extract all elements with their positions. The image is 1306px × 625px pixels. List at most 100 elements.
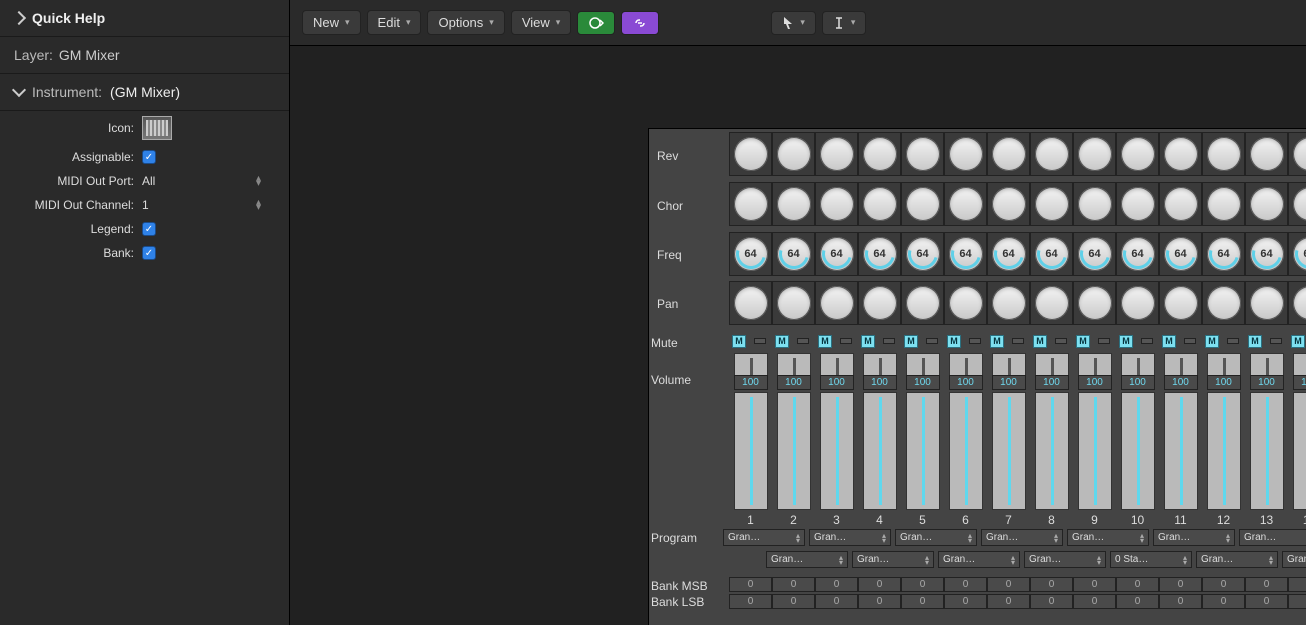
mute-button[interactable]: M: [1119, 335, 1133, 348]
freq-knob[interactable]: 64: [1030, 232, 1073, 276]
environment-canvas[interactable]: Rev Chor Freq Pan Mute Volume Program Ba…: [290, 46, 1306, 625]
rev-knob[interactable]: [1116, 132, 1159, 176]
rev-knob[interactable]: [1202, 132, 1245, 176]
bank-lsb-value[interactable]: 0: [772, 594, 815, 609]
midi-out-port-select[interactable]: All: [142, 174, 277, 188]
chor-knob[interactable]: [858, 182, 901, 226]
volume-value[interactable]: 100: [1207, 375, 1241, 390]
pan-knob[interactable]: [944, 281, 987, 325]
mute-button[interactable]: M: [1205, 335, 1219, 348]
bank-lsb-value[interactable]: 0: [858, 594, 901, 609]
freq-knob[interactable]: 64: [1073, 232, 1116, 276]
volume-fader[interactable]: [1164, 392, 1198, 510]
bank-lsb-value[interactable]: 0: [987, 594, 1030, 609]
program-select[interactable]: Gran…: [1196, 551, 1278, 568]
chor-knob[interactable]: [1202, 182, 1245, 226]
volume-value[interactable]: 100: [734, 375, 768, 390]
bank-msb-value[interactable]: 0: [1116, 577, 1159, 592]
chor-knob[interactable]: [1030, 182, 1073, 226]
legend-checkbox[interactable]: ✓: [142, 222, 156, 236]
bank-msb-value[interactable]: 0: [1030, 577, 1073, 592]
volume-value[interactable]: 100: [949, 375, 983, 390]
volume-value[interactable]: 100: [906, 375, 940, 390]
view-menu[interactable]: View▾: [511, 10, 571, 35]
program-select[interactable]: Gran…: [1239, 529, 1306, 546]
volume-fader[interactable]: [906, 392, 940, 510]
mute-button[interactable]: M: [1076, 335, 1090, 348]
pointer-tool[interactable]: ▾: [771, 11, 816, 35]
freq-knob[interactable]: 64: [1159, 232, 1202, 276]
rev-knob[interactable]: [901, 132, 944, 176]
pan-knob[interactable]: [772, 281, 815, 325]
program-select[interactable]: Gran…: [1067, 529, 1149, 546]
mixer-icon[interactable]: [142, 116, 172, 140]
freq-knob[interactable]: 64: [729, 232, 772, 276]
pan-knob[interactable]: [858, 281, 901, 325]
volume-fader[interactable]: [820, 392, 854, 510]
program-select[interactable]: Gran…: [1282, 551, 1306, 568]
rev-knob[interactable]: [1073, 132, 1116, 176]
quick-help-header[interactable]: Quick Help: [0, 0, 289, 37]
rev-knob[interactable]: [1030, 132, 1073, 176]
bank-lsb-value[interactable]: 0: [1202, 594, 1245, 609]
rev-knob[interactable]: [1288, 132, 1306, 176]
program-select[interactable]: Gran…: [895, 529, 977, 546]
mute-button[interactable]: M: [775, 335, 789, 348]
bank-msb-value[interactable]: 0: [815, 577, 858, 592]
volume-fader[interactable]: [1250, 392, 1284, 510]
rev-knob[interactable]: [858, 132, 901, 176]
bank-msb-value[interactable]: 0: [1159, 577, 1202, 592]
volume-value[interactable]: 100: [992, 375, 1026, 390]
mute-button[interactable]: M: [990, 335, 1004, 348]
program-select[interactable]: Gran…: [723, 529, 805, 546]
volume-fader[interactable]: [1121, 392, 1155, 510]
instrument-row[interactable]: Instrument: (GM Mixer): [0, 74, 289, 111]
freq-knob[interactable]: 64: [1202, 232, 1245, 276]
bank-msb-value[interactable]: 0: [1245, 577, 1288, 592]
volume-value[interactable]: 100: [777, 375, 811, 390]
rev-knob[interactable]: [1159, 132, 1202, 176]
bank-msb-value[interactable]: 0: [987, 577, 1030, 592]
bank-msb-value[interactable]: 0: [1202, 577, 1245, 592]
bank-msb-value[interactable]: 0: [772, 577, 815, 592]
program-select[interactable]: Gran…: [1024, 551, 1106, 568]
volume-fader[interactable]: [734, 392, 768, 510]
chor-knob[interactable]: [815, 182, 858, 226]
volume-fader[interactable]: [992, 392, 1026, 510]
volume-fader[interactable]: [1078, 392, 1112, 510]
volume-value[interactable]: 100: [1121, 375, 1155, 390]
bank-lsb-value[interactable]: 0: [901, 594, 944, 609]
program-select[interactable]: Gran…: [766, 551, 848, 568]
program-select[interactable]: Gran…: [938, 551, 1020, 568]
bank-lsb-value[interactable]: 0: [1030, 594, 1073, 609]
freq-knob[interactable]: 64: [987, 232, 1030, 276]
bank-msb-value[interactable]: 0: [858, 577, 901, 592]
bank-lsb-value[interactable]: 0: [1073, 594, 1116, 609]
bank-msb-value[interactable]: 0: [1288, 577, 1306, 592]
pan-knob[interactable]: [1030, 281, 1073, 325]
volume-fader[interactable]: [1207, 392, 1241, 510]
bank-msb-value[interactable]: 0: [729, 577, 772, 592]
rev-knob[interactable]: [987, 132, 1030, 176]
program-select[interactable]: 0 Sta…: [1110, 551, 1192, 568]
volume-value[interactable]: 100: [1250, 375, 1284, 390]
volume-value[interactable]: 100: [1164, 375, 1198, 390]
bank-lsb-value[interactable]: 0: [1245, 594, 1288, 609]
chor-knob[interactable]: [1245, 182, 1288, 226]
mute-button[interactable]: M: [732, 335, 746, 348]
pan-knob[interactable]: [1245, 281, 1288, 325]
chor-knob[interactable]: [901, 182, 944, 226]
bank-msb-value[interactable]: 0: [1073, 577, 1116, 592]
chor-knob[interactable]: [944, 182, 987, 226]
freq-knob[interactable]: 64: [1116, 232, 1159, 276]
bank-lsb-value[interactable]: 0: [944, 594, 987, 609]
pan-knob[interactable]: [901, 281, 944, 325]
bank-lsb-value[interactable]: 0: [729, 594, 772, 609]
program-select[interactable]: Gran…: [809, 529, 891, 546]
rev-knob[interactable]: [772, 132, 815, 176]
pan-knob[interactable]: [815, 281, 858, 325]
pan-knob[interactable]: [1159, 281, 1202, 325]
edit-menu[interactable]: Edit▾: [367, 10, 422, 35]
chor-knob[interactable]: [729, 182, 772, 226]
link-button[interactable]: [621, 11, 659, 35]
